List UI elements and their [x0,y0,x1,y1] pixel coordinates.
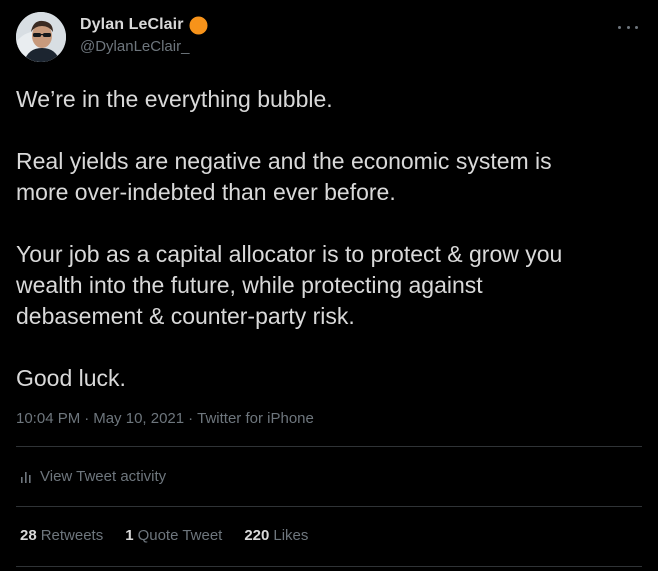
tweet-source[interactable]: Twitter for iPhone [197,410,314,427]
avatar-image [16,12,66,62]
tweet-paragraph: Real yields are negative and the economi… [16,148,552,205]
tweet-text: We’re in the everything bubble. Real yie… [16,84,641,394]
more-options-icon[interactable] [618,20,638,34]
quote-tweets-stat[interactable]: 1 Quote Tweet [125,527,222,544]
author-name-row: Dylan LeClair [80,14,208,36]
tweet-stats: 28 Retweets 1 Quote Tweet 220 Likes [20,527,308,544]
likes-count: 220 [244,527,270,544]
retweets-count: 28 [20,527,37,544]
divider [16,446,642,447]
tweet-time[interactable]: 10:04 PM [16,410,80,427]
view-tweet-activity-label: View Tweet activity [40,468,167,485]
likes-stat[interactable]: 220 Likes [244,527,308,544]
quote-tweets-count: 1 [125,527,134,544]
divider [16,566,642,567]
divider [16,506,642,507]
orange-circle-badge-icon [189,16,208,35]
tweet-paragraph: We’re in the everything bubble. [16,86,333,112]
bar-chart-icon [18,469,34,485]
tweet-detail: Dylan LeClair @DylanLeClair_ We’re in th… [0,0,658,571]
tweet-date[interactable]: May 10, 2021 [93,410,184,427]
tweet-paragraph: Your job as a capital allocator is to pr… [16,241,563,329]
author-display-name[interactable]: Dylan LeClair [80,16,184,34]
author-handle[interactable]: @DylanLeClair_ [80,38,189,55]
meta-separator: · [84,410,90,427]
tweet-meta: 10:04 PM · May 10, 2021 · Twitter for iP… [16,410,314,427]
retweets-label: Retweets [40,527,104,544]
meta-separator: · [188,410,194,427]
retweets-stat[interactable]: 28 Retweets [20,527,103,544]
view-tweet-activity-button[interactable]: View Tweet activity [18,468,166,485]
tweet-paragraph: Good luck. [16,365,126,391]
likes-label: Likes [273,527,309,544]
quote-tweets-label: Quote Tweet [137,527,223,544]
avatar[interactable] [16,12,66,62]
